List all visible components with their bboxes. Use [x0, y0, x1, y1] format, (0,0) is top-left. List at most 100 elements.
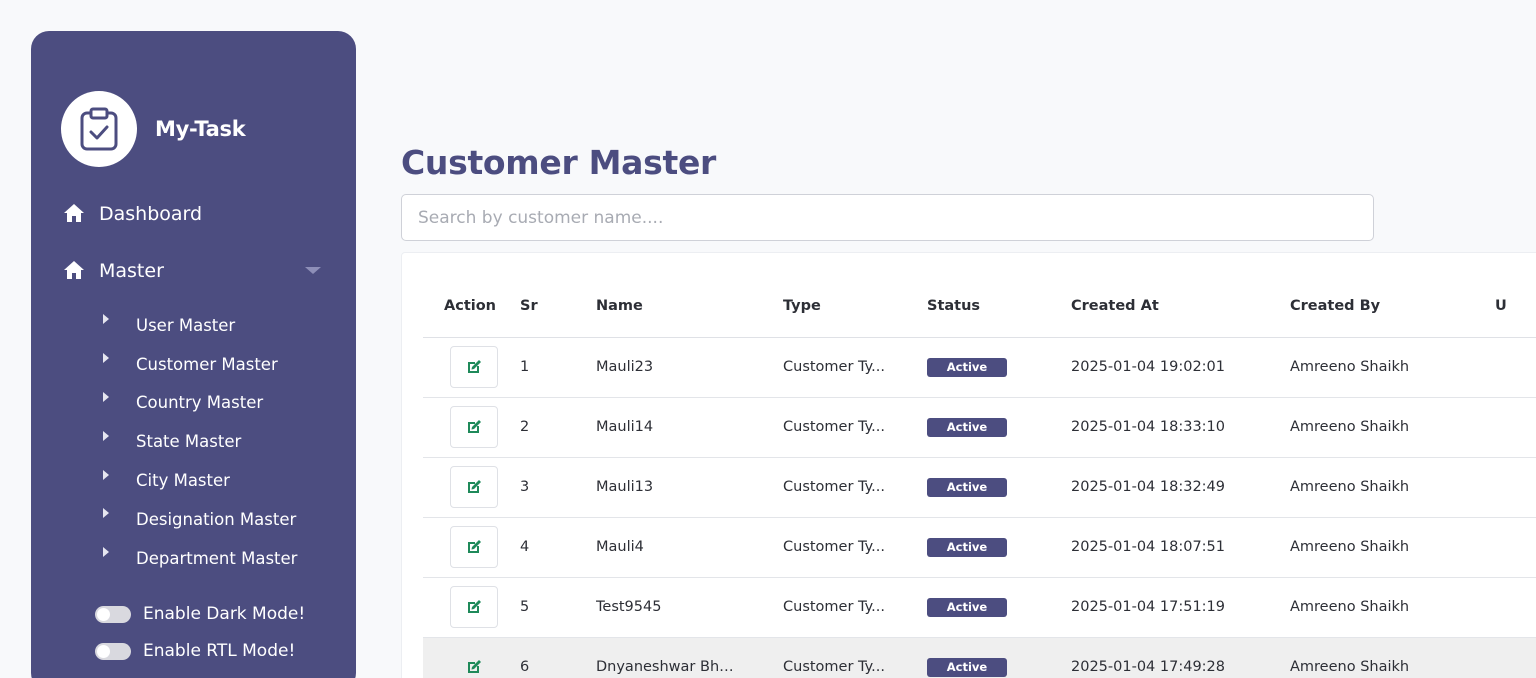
edit-icon — [468, 480, 481, 493]
cell-created-at: 2025-01-04 19:02:01 — [1071, 337, 1290, 398]
edit-icon — [468, 360, 481, 373]
status-badge: Active — [927, 477, 1007, 497]
caret-right-icon — [103, 508, 109, 519]
cell-created-by: Amreeno Shaikh — [1290, 337, 1495, 398]
cell-type: Customer Ty... — [783, 457, 927, 518]
col-sr[interactable]: Sr — [520, 275, 596, 338]
cell-name: Mauli13 — [596, 457, 783, 518]
cell-updated — [1495, 637, 1536, 678]
cell-sr: 2 — [520, 397, 596, 458]
sidebar-item-designation-master[interactable]: Designation Master — [103, 500, 297, 539]
chevron-down-icon[interactable] — [305, 267, 321, 274]
col-created-at[interactable]: Created At — [1071, 275, 1290, 338]
status-badge: Active — [927, 657, 1007, 677]
cell-created-by: Amreeno Shaikh — [1290, 577, 1495, 638]
rtl-mode-label: Enable RTL Mode! — [143, 641, 296, 661]
cell-status: Active — [927, 457, 1071, 518]
col-status[interactable]: Status — [927, 275, 1071, 338]
sidebar-item-label: Customer Master — [136, 354, 278, 374]
table-row[interactable]: 4 Mauli4 Customer Ty... Active 2025-01-0… — [423, 517, 1536, 578]
caret-right-icon — [103, 547, 109, 558]
cell-status: Active — [927, 637, 1071, 678]
edit-button[interactable] — [450, 586, 498, 628]
cell-created-by: Amreeno Shaikh — [1290, 637, 1495, 678]
brand-name: My-Task — [155, 117, 246, 141]
sidebar-item-customer-master[interactable]: Customer Master — [103, 345, 297, 384]
cell-sr: 6 — [520, 637, 596, 678]
cell-created-at: 2025-01-04 18:32:49 — [1071, 457, 1290, 518]
rtl-mode-row: Enable RTL Mode! — [95, 641, 295, 661]
brand-logo[interactable] — [61, 91, 137, 167]
sidebar-item-label: User Master — [136, 315, 236, 335]
cell-type: Customer Ty... — [783, 637, 927, 678]
dark-mode-toggle[interactable] — [95, 605, 131, 623]
cell-type: Customer Ty... — [783, 517, 927, 578]
home-icon — [63, 260, 85, 282]
sidebar-item-department-master[interactable]: Department Master — [103, 539, 297, 578]
cell-updated — [1495, 457, 1536, 518]
cell-name: Mauli23 — [596, 337, 783, 398]
edit-button[interactable] — [450, 466, 498, 508]
cell-sr: 4 — [520, 517, 596, 578]
nav-master[interactable]: Master — [63, 260, 323, 282]
sidebar-item-label: Designation Master — [136, 509, 297, 529]
col-type[interactable]: Type — [783, 275, 927, 338]
caret-right-icon — [103, 469, 109, 480]
col-action[interactable]: Action — [423, 275, 520, 338]
table-row[interactable]: 1 Mauli23 Customer Ty... Active 2025-01-… — [423, 337, 1536, 398]
sidebar-item-label: Department Master — [136, 548, 298, 568]
status-badge: Active — [927, 597, 1007, 617]
cell-status: Active — [927, 337, 1071, 398]
col-name[interactable]: Name — [596, 275, 783, 338]
cell-sr: 3 — [520, 457, 596, 518]
edit-icon — [468, 600, 481, 613]
edit-icon — [468, 420, 481, 433]
cell-updated — [1495, 517, 1536, 578]
col-created-by[interactable]: Created By — [1290, 275, 1495, 338]
dark-mode-label: Enable Dark Mode! — [143, 604, 306, 624]
nav-dashboard-label: Dashboard — [99, 203, 203, 225]
col-updated[interactable]: U — [1495, 275, 1536, 338]
edit-icon — [468, 660, 481, 673]
table-row[interactable]: 2 Mauli14 Customer Ty... Active 2025-01-… — [423, 397, 1536, 458]
status-badge: Active — [927, 417, 1007, 437]
nav-master-label: Master — [99, 260, 164, 282]
customer-table-card: Action Sr Name Type Status Created At Cr… — [401, 252, 1536, 678]
cell-created-at: 2025-01-04 18:33:10 — [1071, 397, 1290, 458]
cell-type: Customer Ty... — [783, 397, 927, 458]
cell-name: Test9545 — [596, 577, 783, 638]
sidebar-item-city-master[interactable]: City Master — [103, 461, 297, 500]
table-row[interactable]: 3 Mauli13 Customer Ty... Active 2025-01-… — [423, 457, 1536, 518]
cell-name: Dnyaneshwar Bhil... — [596, 637, 783, 678]
search-input[interactable] — [401, 194, 1374, 241]
cell-updated — [1495, 337, 1536, 398]
caret-right-icon — [103, 430, 109, 441]
cell-created-at: 2025-01-04 17:49:28 — [1071, 637, 1290, 678]
edit-button[interactable] — [450, 646, 498, 678]
table-row[interactable]: 5 Test9545 Customer Ty... Active 2025-01… — [423, 577, 1536, 638]
sidebar-item-user-master[interactable]: User Master — [103, 306, 297, 345]
nav-dashboard[interactable]: Dashboard — [63, 203, 202, 225]
status-badge: Active — [927, 537, 1007, 557]
master-submenu: User Master Customer Master Country Mast… — [103, 306, 297, 578]
cell-type: Customer Ty... — [783, 337, 927, 398]
edit-button[interactable] — [450, 406, 498, 448]
cell-type: Customer Ty... — [783, 577, 927, 638]
edit-button[interactable] — [450, 346, 498, 388]
table-row[interactable]: 6 Dnyaneshwar Bhil... Customer Ty... Act… — [423, 637, 1536, 678]
cell-created-by: Amreeno Shaikh — [1290, 457, 1495, 518]
sidebar-item-state-master[interactable]: State Master — [103, 422, 297, 461]
customer-table: Action Sr Name Type Status Created At Cr… — [423, 275, 1536, 678]
status-badge: Active — [927, 357, 1007, 377]
sidebar-item-country-master[interactable]: Country Master — [103, 384, 297, 423]
cell-updated — [1495, 577, 1536, 638]
edit-button[interactable] — [450, 526, 498, 568]
rtl-mode-toggle[interactable] — [95, 642, 131, 660]
clipboard-check-icon — [80, 107, 118, 151]
edit-icon — [468, 540, 481, 553]
dark-mode-row: Enable Dark Mode! — [95, 604, 305, 624]
caret-right-icon — [103, 314, 109, 325]
sidebar-item-label: Country Master — [136, 393, 264, 413]
cell-created-by: Amreeno Shaikh — [1290, 397, 1495, 458]
sidebar: My-Task Dashboard Master User Master Cus… — [31, 31, 356, 678]
